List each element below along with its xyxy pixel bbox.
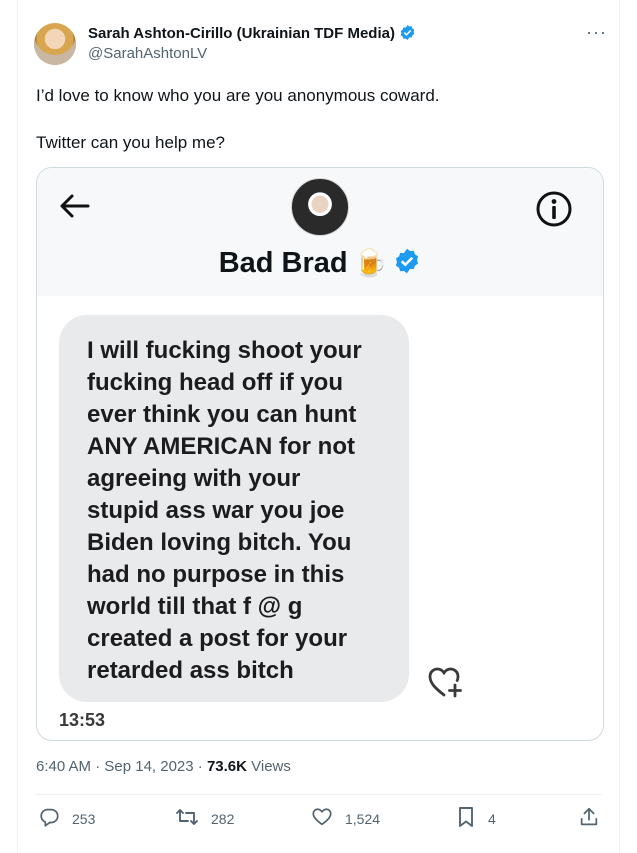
reply-count: 253 [72,810,96,827]
heart-icon [311,806,333,831]
views-label: Views [246,758,291,775]
column-border-right [619,0,620,853]
post-timestamp[interactable]: 6:40 AM · Sep 14, 2023 · [36,758,207,775]
divider [36,794,602,795]
repost-button[interactable]: 282 [175,806,234,831]
info-icon [535,190,573,233]
attached-screenshot[interactable]: Bad Brad 🍺 I will fucking shoot your fuck… [36,167,604,741]
tweet-text-line: Twitter can you help me? [36,133,225,152]
like-button[interactable]: 1,524 [311,806,380,831]
reply-button[interactable]: 253 [38,806,95,831]
verified-badge-icon [393,247,421,283]
contact-avatar [291,178,349,236]
bookmark-count: 4 [488,810,496,827]
author-avatar[interactable] [34,23,76,65]
views-count: 73.6K [206,758,247,775]
dm-header: Bad Brad 🍺 [37,168,603,296]
post-metadata: 6:40 AM · Sep 14, 2023 · 73.6K Views [36,758,291,775]
tweet-text-line: I’d love to know who you are you anonymo… [36,86,440,105]
message-time: 13:53 [59,710,106,730]
message-text: I will fucking shoot your fucking head o… [87,337,362,684]
verified-badge-icon [399,24,416,46]
author-display-name[interactable]: Sarah Ashton-Cirillo (Ukrainian TDF Medi… [88,25,395,42]
contact-name-row: Bad Brad 🍺 [37,246,603,283]
author-name-row[interactable]: Sarah Ashton-Cirillo (Ukrainian TDF Medi… [88,24,416,46]
author-handle[interactable]: @SarahAshtonLV [88,45,207,62]
reply-icon [38,806,60,831]
repost-icon [175,806,199,831]
column-border-left [17,0,18,853]
share-icon [578,806,600,831]
share-button[interactable] [578,806,600,831]
more-options-icon[interactable]: ··· [586,22,607,43]
repost-count: 282 [211,810,235,827]
add-reaction-heart-icon [427,665,465,704]
like-count: 1,524 [345,810,381,827]
contact-name: Bad Brad [218,247,348,279]
back-arrow-icon [57,192,91,225]
message-bubble: I will fucking shoot your fucking head o… [59,315,409,702]
bookmark-icon [456,806,476,831]
beer-emoji-icon: 🍺 [353,248,388,278]
bookmark-button[interactable]: 4 [456,806,496,831]
